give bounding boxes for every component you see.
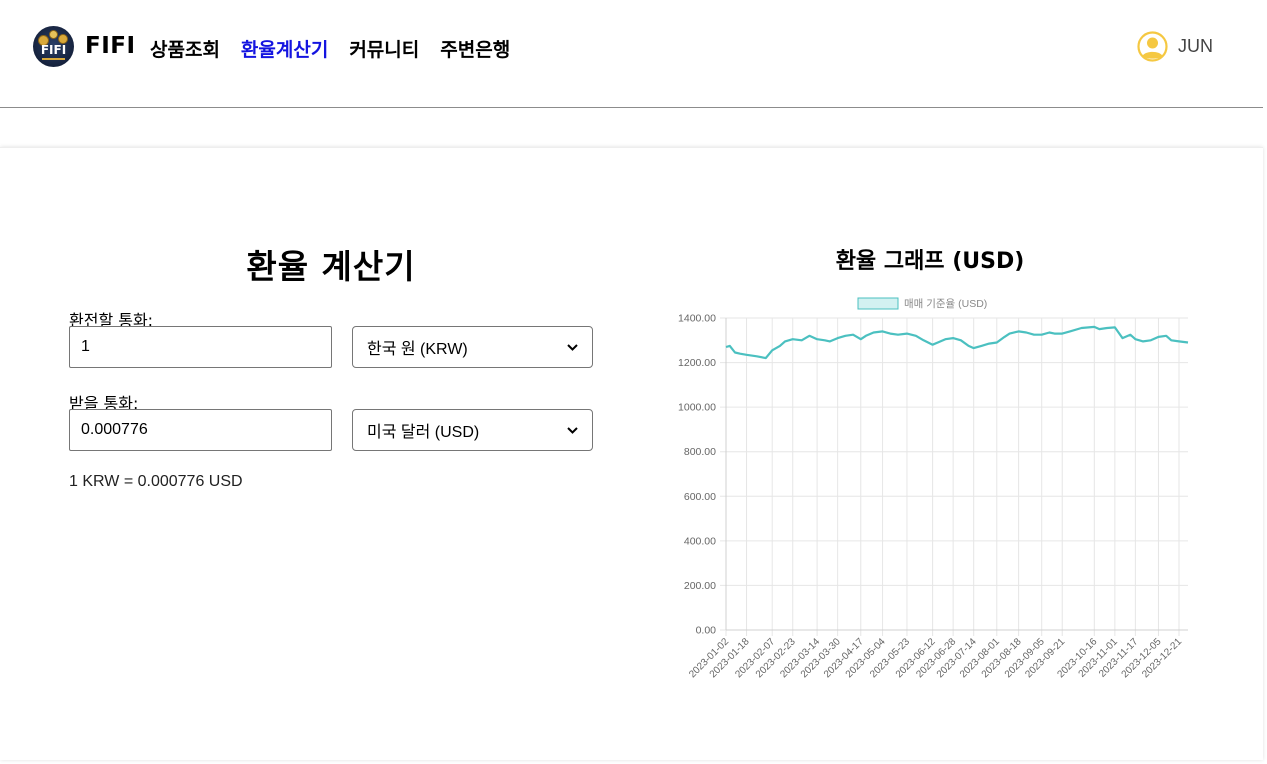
exchange-rate-chart: 0.00 200.00 400.00 600.00 800.00 1000.00 1200.… [678, 297, 1189, 680]
to-currency-select[interactable]: 미국 달러 (USD) [352, 409, 593, 451]
from-currency-value: 한국 원 (KRW) [367, 341, 468, 358]
main-nav: 상품조회 환율계산기 커뮤니티 주변은행 [150, 35, 531, 62]
legend-swatch [857, 297, 899, 310]
y-tick-label: 1200.00 [678, 357, 716, 369]
to-currency-value: 미국 달러 (USD) [367, 424, 480, 441]
logo-text: FIFI [40, 43, 67, 57]
user-menu[interactable]: JUN [1137, 31, 1213, 62]
nav-exchange-calculator[interactable]: 환율계산기 [241, 35, 328, 62]
user-name: JUN [1178, 36, 1213, 56]
y-tick-label: 200.00 [684, 580, 716, 592]
to-amount-input[interactable] [69, 409, 332, 451]
nav-community[interactable]: 커뮤니티 [349, 35, 419, 62]
user-avatar-icon [1137, 31, 1168, 62]
chevron-down-icon [567, 343, 578, 351]
nav-nearby-banks[interactable]: 주변은행 [440, 35, 510, 62]
y-tick-label: 0.00 [696, 625, 717, 637]
y-tick-label: 1400.00 [678, 313, 716, 325]
fifi-logo[interactable]: FIFI [33, 26, 74, 67]
top-navbar: FIFI FIFI 상품조회 환율계산기 커뮤니티 주변은행 JUN [0, 0, 1263, 108]
y-tick-label: 600.00 [684, 491, 716, 503]
y-tick-label: 400.00 [684, 535, 716, 547]
brand-name[interactable]: FIFI [85, 33, 136, 59]
calculator-title: 환율 계산기 [246, 247, 416, 286]
coin-icon [49, 30, 58, 39]
legend-label: 매매 기준율 (USD) [904, 298, 987, 310]
logo-underline [42, 58, 65, 60]
series-line [725, 325, 1189, 360]
chevron-down-icon [567, 426, 578, 434]
y-tick-label: 1000.00 [678, 402, 716, 414]
y-tick-label: 800.00 [684, 446, 716, 458]
from-currency-select[interactable]: 한국 원 (KRW) [352, 326, 593, 368]
nav-product-search[interactable]: 상품조회 [150, 35, 220, 62]
from-amount-input[interactable] [69, 326, 332, 368]
conversion-result: 1 KRW = 0.000776 USD [69, 473, 243, 490]
graph-title: 환율 그래프 (USD) [835, 249, 1025, 274]
